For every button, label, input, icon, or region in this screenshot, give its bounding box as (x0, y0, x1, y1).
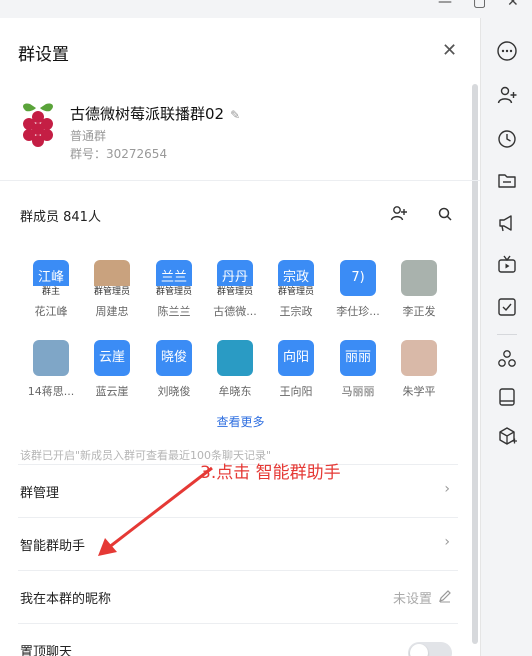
avatar: 丽丽 (340, 340, 376, 376)
search-icon[interactable] (437, 206, 453, 222)
member-name: 王向阳 (279, 385, 313, 398)
member-item[interactable]: 云崖 蓝云崖 (82, 340, 142, 406)
history-clock-icon[interactable] (496, 128, 518, 150)
folder-icon[interactable] (496, 170, 518, 192)
avatar: 向阳 (278, 340, 314, 376)
nickname-row[interactable]: 我在本群的昵称 未设置 (18, 570, 458, 622)
member-name: 马丽丽 (341, 385, 375, 398)
member-item[interactable]: 14蒋思... (21, 340, 81, 406)
maximize-icon[interactable]: ▢ (473, 0, 486, 10)
avatar: 晓俊 (156, 340, 192, 376)
annotation-arrow-icon (98, 466, 213, 556)
more-icon[interactable] (496, 40, 518, 62)
member-item[interactable]: 丹丹 群管理员 古德微... (205, 260, 265, 326)
member-item[interactable]: 7) 李仕珍... (328, 260, 388, 326)
member-name: 牟晓东 (218, 385, 252, 398)
member-item[interactable]: 向阳 王向阳 (266, 340, 326, 406)
minimize-icon[interactable]: — (438, 0, 452, 10)
right-sidebar (482, 18, 532, 656)
member-item[interactable]: 晓俊 刘晓俊 (144, 340, 204, 406)
apps-icon[interactable] (496, 348, 518, 370)
cube-icon[interactable] (496, 425, 518, 447)
avatar (401, 340, 437, 376)
member-name: 王宗政 (279, 305, 313, 318)
close-icon[interactable]: ✕ (442, 40, 457, 61)
task-check-icon[interactable] (496, 296, 518, 318)
panel-title: 群设置 (18, 45, 69, 65)
pin-chat-label: 置顶聊天 (20, 645, 73, 656)
member-name: 古德微... (213, 305, 257, 318)
member-name: 花江峰 (34, 305, 68, 318)
pin-chat-toggle[interactable] (408, 642, 452, 656)
avatar (217, 340, 253, 376)
add-person-icon[interactable] (496, 84, 518, 106)
member-role-badge: 群管理员 (146, 286, 202, 299)
edit-name-icon[interactable]: ✎ (230, 108, 240, 122)
member-name: 蓝云崖 (95, 385, 129, 398)
chevron-right-icon: › (444, 534, 450, 550)
member-item[interactable]: 李正发 (389, 260, 449, 326)
member-item[interactable]: 群管理员 周建忠 (82, 260, 142, 326)
group-settings-window: — ▢ ✕ 群设置 ✕ 古德微树莓派联播群02 ✎ 普通群 群号：3027265… (0, 0, 532, 656)
members-header: 群成员 841人 (20, 210, 101, 225)
member-name: 李仕珍... (336, 305, 380, 318)
see-more-link[interactable]: 查看更多 (0, 413, 480, 430)
avatar: 云崖 (94, 340, 130, 376)
notebook-icon[interactable] (496, 386, 518, 408)
group-number: 群号：30272654 (70, 147, 168, 161)
add-member-icon[interactable] (390, 204, 408, 222)
member-item[interactable]: 江峰 群主 花江峰 (21, 260, 81, 326)
member-item[interactable]: 牟晓东 (205, 340, 265, 406)
sidebar-divider (497, 334, 517, 335)
group-info: 古德微树莓派联播群02 ✎ 普通群 群号：30272654 (18, 100, 458, 170)
window-close-icon[interactable]: ✕ (507, 0, 519, 10)
pin-chat-row: 置顶聊天 (18, 623, 458, 656)
group-type: 普通群 (70, 129, 107, 143)
group-name-text: 古德微树莓派联播群02 (70, 105, 225, 123)
member-item[interactable]: 朱学平 (389, 340, 449, 406)
member-name: 朱学平 (402, 385, 436, 398)
nickname-value: 未设置 (392, 592, 432, 607)
group-settings-panel: 群设置 ✕ 古德微树莓派联播群02 ✎ 普通群 群号：30272654 群成员 8 (0, 18, 481, 656)
member-name: 周建忠 (95, 305, 129, 318)
window-titlebar: — ▢ ✕ (0, 0, 532, 18)
member-name: 14蒋思... (27, 385, 75, 398)
member-role-badge: 群管理员 (207, 286, 263, 299)
edit-pencil-icon[interactable] (438, 589, 452, 603)
smart-assistant-row[interactable]: 智能群助手 › (18, 517, 458, 569)
member-role-badge: 群管理员 (268, 286, 324, 299)
member-item[interactable]: 宗政 群管理员 王宗政 (266, 260, 326, 326)
avatar (33, 340, 69, 376)
tutorial-annotation: 3.点击 智能群助手 (200, 463, 341, 483)
divider (0, 180, 480, 181)
smart-assistant-label: 智能群助手 (20, 539, 86, 554)
live-video-icon[interactable] (496, 254, 518, 276)
member-name: 刘晓俊 (157, 385, 191, 398)
raspberry-pi-logo-icon (23, 103, 53, 147)
member-role-badge: 群管理员 (84, 286, 140, 299)
avatar (401, 260, 437, 296)
member-item[interactable]: 丽丽 马丽丽 (328, 340, 388, 406)
announcement-icon[interactable] (496, 212, 518, 234)
member-role-badge: 群主 (23, 286, 79, 299)
group-name: 古德微树莓派联播群02 ✎ (70, 103, 240, 124)
avatar: 7) (340, 260, 376, 296)
member-name: 李正发 (402, 305, 436, 318)
member-name: 陈兰兰 (157, 305, 191, 318)
group-manage-label: 群管理 (20, 486, 60, 501)
chevron-right-icon: › (444, 481, 450, 497)
scrollbar[interactable] (472, 84, 478, 644)
nickname-label: 我在本群的昵称 (20, 592, 112, 607)
member-item[interactable]: 兰兰 群管理员 陈兰兰 (144, 260, 204, 326)
